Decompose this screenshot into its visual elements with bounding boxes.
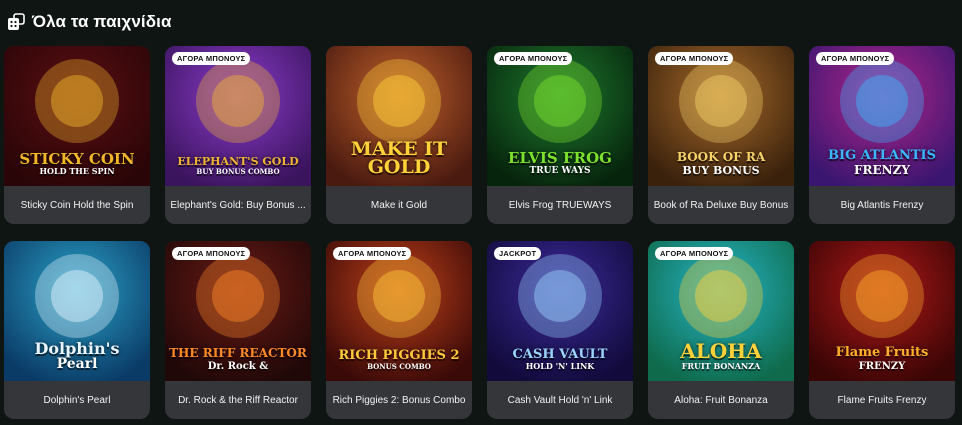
game-logo-subtitle: FRENZY [854, 162, 910, 177]
game-card[interactable]: JACKPOT CASH VAULT HOLD 'N' LINK Cash Vault… [487, 241, 633, 419]
game-card[interactable]: ΑΓΟΡΑ ΜΠΟΝΟΥΣ ELEPHANT'S GOLD BUY BONUS CO… [165, 46, 311, 224]
game-title[interactable]: Flame Fruits Frenzy [809, 381, 955, 419]
game-logo-subtitle: BUY BONUS COMBO [196, 167, 280, 177]
game-card[interactable]: ΑΓΟΡΑ ΜΠΟΝΟΥΣ BIG ATLANTIS FRENZY Big Atlan… [809, 46, 955, 224]
game-logo: RICH PIGGIES 2 BONUS COMBO [334, 348, 463, 372]
game-logo-subtitle: TRUE WAYS [529, 166, 591, 177]
game-thumbnail[interactable]: ΑΓΟΡΑ ΜΠΟΝΟΥΣ BOOK OF RA BUY BONUS [648, 46, 794, 186]
game-logo-text: THE RIFF REACTOR [169, 346, 307, 361]
game-title[interactable]: Dolphin's Pearl [4, 381, 150, 419]
game-thumbnail[interactable]: ΑΓΟΡΑ ΜΠΟΝΟΥΣ RICH PIGGIES 2 BONUS COMBO [326, 241, 472, 381]
game-logo-subtitle: Pearl [56, 355, 98, 372]
games-icon [6, 12, 26, 32]
game-logo: ELVIS FROG TRUE WAYS [504, 151, 616, 176]
game-title[interactable]: Aloha: Fruit Bonanza [648, 381, 794, 419]
game-logo-text: RICH PIGGIES 2 [338, 348, 460, 364]
game-thumbnail[interactable]: MAKE IT GOLD [326, 46, 472, 186]
game-title[interactable]: Dr. Rock & the Riff Reactor [165, 381, 311, 419]
game-logo-subtitle: HOLD 'N' LINK [525, 361, 595, 372]
game-title[interactable]: Big Atlantis Frenzy [809, 186, 955, 224]
game-title[interactable]: Sticky Coin Hold the Spin [4, 186, 150, 224]
game-logo: STICKY COIN HOLD THE SPIN [15, 152, 138, 176]
buy-bonus-badge: ΑΓΟΡΑ ΜΠΟΝΟΥΣ [172, 247, 251, 260]
game-thumbnail[interactable]: Flame Fruits FRENZY [809, 241, 955, 381]
section-title: Όλα τα παιχνίδια [32, 12, 172, 31]
game-logo: THE RIFF REACTOR Dr. Rock & [165, 346, 311, 372]
game-card[interactable]: ΑΓΟΡΑ ΜΠΟΝΟΥΣ THE RIFF REACTOR Dr. Rock & D… [165, 241, 311, 419]
game-card[interactable]: STICKY COIN HOLD THE SPIN Sticky Coin Hold… [4, 46, 150, 224]
game-logo: Dolphin's Pearl [30, 338, 123, 372]
game-thumbnail[interactable]: JACKPOT CASH VAULT HOLD 'N' LINK [487, 241, 633, 381]
game-card[interactable]: ΑΓΟΡΑ ΜΠΟΝΟΥΣ ALOHA FRUIT BONANZA Aloha: Fr… [648, 241, 794, 419]
buy-bonus-badge: ΑΓΟΡΑ ΜΠΟΝΟΥΣ [172, 52, 251, 65]
game-title[interactable]: Elvis Frog TRUEWAYS [487, 186, 633, 224]
game-logo-text: Dolphin's [34, 338, 120, 358]
game-title[interactable]: Book of Ra Deluxe Buy Bonus [648, 186, 794, 224]
game-logo-text: ALOHA [680, 339, 762, 364]
game-title[interactable]: Make it Gold [326, 186, 472, 224]
game-card[interactable]: ΑΓΟΡΑ ΜΠΟΝΟΥΣ RICH PIGGIES 2 BONUS COMBO Ri… [326, 241, 472, 419]
game-logo-text: ELVIS FROG [508, 149, 612, 168]
buy-bonus-badge: ΑΓΟΡΑ ΜΠΟΝΟΥΣ [333, 247, 412, 260]
game-logo-subtitle: BUY BONUS [682, 163, 760, 177]
game-logo-subtitle: BONUS COMBO [367, 362, 431, 372]
game-logo-text: BOOK OF RA [676, 150, 766, 165]
game-logo: BIG ATLANTIS FRENZY [824, 148, 940, 177]
game-thumbnail[interactable]: ΑΓΟΡΑ ΜΠΟΝΟΥΣ ELEPHANT'S GOLD BUY BONUS CO… [165, 46, 311, 186]
game-card[interactable]: Dolphin's Pearl Dolphin's Pearl [4, 241, 150, 419]
buy-bonus-badge: JACKPOT [494, 247, 542, 260]
game-logo: CASH VAULT HOLD 'N' LINK [509, 347, 612, 372]
buy-bonus-badge: ΑΓΟΡΑ ΜΠΟΝΟΥΣ [494, 52, 573, 65]
buy-bonus-badge: ΑΓΟΡΑ ΜΠΟΝΟΥΣ [655, 52, 734, 65]
game-logo: ELEPHANT'S GOLD BUY BONUS COMBO [173, 154, 302, 177]
game-logo-text: STICKY COIN [19, 150, 135, 169]
buy-bonus-badge: ΑΓΟΡΑ ΜΠΟΝΟΥΣ [655, 247, 734, 260]
game-logo: MAKE IT GOLD [326, 137, 472, 178]
game-card[interactable]: ΑΓΟΡΑ ΜΠΟΝΟΥΣ BOOK OF RA BUY BONUS Book of … [648, 46, 794, 224]
game-thumbnail[interactable]: ΑΓΟΡΑ ΜΠΟΝΟΥΣ ALOHA FRUIT BONANZA [648, 241, 794, 381]
game-title[interactable]: Elephant's Gold: Buy Bonus ... [165, 186, 311, 224]
game-card[interactable]: ΑΓΟΡΑ ΜΠΟΝΟΥΣ ELVIS FROG TRUE WAYS Elvis Fr… [487, 46, 633, 224]
game-logo-text: MAKE IT GOLD [350, 137, 448, 178]
game-thumbnail[interactable]: ΑΓΟΡΑ ΜΠΟΝΟΥΣ THE RIFF REACTOR Dr. Rock & [165, 241, 311, 381]
game-logo-subtitle: FRENZY [858, 360, 906, 372]
game-thumbnail[interactable]: ΑΓΟΡΑ ΜΠΟΝΟΥΣ BIG ATLANTIS FRENZY [809, 46, 955, 186]
buy-bonus-badge: ΑΓΟΡΑ ΜΠΟΝΟΥΣ [816, 52, 895, 65]
games-grid: STICKY COIN HOLD THE SPIN Sticky Coin Hold… [4, 46, 955, 419]
game-logo-text: BIG ATLANTIS [828, 148, 936, 164]
game-logo-text: ELEPHANT'S GOLD [177, 154, 299, 168]
section-header: Όλα τα παιχνίδια [6, 10, 172, 34]
game-card[interactable]: MAKE IT GOLD Make it Gold [326, 46, 472, 224]
game-card[interactable]: Flame Fruits FRENZY Flame Fruits Frenzy [809, 241, 955, 419]
game-logo: BOOK OF RA BUY BONUS [673, 150, 769, 177]
game-thumbnail[interactable]: Dolphin's Pearl [4, 241, 150, 381]
game-thumbnail[interactable]: ΑΓΟΡΑ ΜΠΟΝΟΥΣ ELVIS FROG TRUE WAYS [487, 46, 633, 186]
game-logo-text: CASH VAULT [512, 347, 608, 363]
game-title[interactable]: Cash Vault Hold 'n' Link [487, 381, 633, 419]
game-logo: ALOHA FRUIT BONANZA [676, 339, 765, 372]
game-logo-subtitle: FRUIT BONANZA [681, 361, 761, 372]
game-thumbnail[interactable]: STICKY COIN HOLD THE SPIN [4, 46, 150, 186]
game-logo-text: Flame Fruits [835, 345, 929, 361]
game-logo-subtitle: Dr. Rock & [207, 360, 269, 372]
game-title[interactable]: Rich Piggies 2: Bonus Combo [326, 381, 472, 419]
game-logo-subtitle: HOLD THE SPIN [39, 166, 115, 177]
game-logo: Flame Fruits FRENZY [832, 345, 933, 372]
